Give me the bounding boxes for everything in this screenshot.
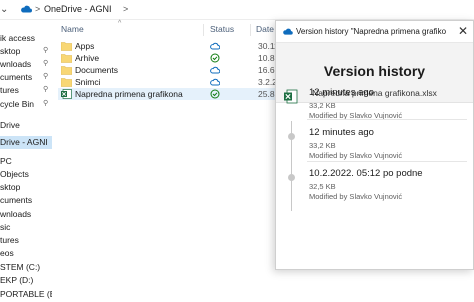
navigation-pane: ik access sktop wnloads cuments tures cy… bbox=[0, 22, 52, 302]
file-name: Arhive bbox=[75, 53, 100, 63]
synced-check-icon bbox=[210, 89, 220, 99]
version-size: 32,5 KB bbox=[309, 182, 336, 191]
timeline-dot bbox=[288, 174, 295, 181]
chevron-down-icon[interactable]: ⌄ bbox=[0, 4, 12, 16]
version-history-heading: Version history bbox=[323, 63, 426, 79]
version-entry[interactable]: 12 minutes ago 33,2 KB Modified by Slavk… bbox=[276, 87, 473, 127]
timeline-dot bbox=[288, 133, 295, 140]
nav-item-videos[interactable]: eos bbox=[0, 247, 52, 260]
onedrive-cloud-icon bbox=[283, 28, 293, 35]
column-divider[interactable] bbox=[203, 24, 204, 36]
pin-icon: ⚲ bbox=[43, 47, 49, 54]
address-bar: ⌄ > OneDrive - AGNI > bbox=[0, 0, 474, 20]
column-header-status[interactable]: Status bbox=[210, 24, 234, 34]
version-history-window: Version history "Napredna primena grafik… bbox=[275, 20, 474, 270]
version-time[interactable]: 10.2.2022. 05:12 po podne bbox=[309, 168, 423, 179]
nav-item-portable-e[interactable]: PORTABLE (E:) bbox=[0, 288, 52, 301]
version-entry[interactable]: 10.2.2022. 05:12 po podne 32,5 KB Modifi… bbox=[276, 168, 473, 208]
nav-item-quick-access[interactable]: ik access bbox=[0, 32, 52, 45]
cloud-status-icon bbox=[210, 78, 220, 86]
pin-icon: ⚲ bbox=[43, 86, 49, 93]
cloud-status-icon bbox=[210, 66, 220, 74]
nav-item-music[interactable]: sic bbox=[0, 221, 52, 234]
file-name: Snimci bbox=[75, 77, 101, 87]
folder-icon bbox=[61, 54, 72, 63]
breadcrumb-separator[interactable]: > bbox=[123, 4, 128, 14]
pin-icon: ⚲ bbox=[43, 100, 49, 107]
excel-file-icon bbox=[284, 89, 298, 104]
divider bbox=[307, 161, 467, 162]
nav-item-documents-pc[interactable]: cuments bbox=[0, 194, 52, 207]
cloud-status-icon bbox=[210, 42, 220, 50]
file-name: Documents bbox=[75, 65, 118, 75]
folder-icon bbox=[61, 66, 72, 75]
nav-item-this-pc[interactable]: PC bbox=[0, 155, 52, 168]
close-icon[interactable]: ✕ bbox=[456, 23, 470, 39]
pin-icon: ⚲ bbox=[43, 73, 49, 80]
synced-check-icon bbox=[210, 53, 220, 63]
version-history-window-title: Version history "Napredna primena grafik… bbox=[296, 27, 446, 36]
version-size: 33,2 KB bbox=[309, 141, 336, 150]
onedrive-cloud-icon bbox=[21, 5, 32, 13]
version-time[interactable]: 12 minutes ago bbox=[309, 87, 374, 98]
nav-item-pictures-pc[interactable]: tures bbox=[0, 234, 52, 247]
file-name: Napredna primena grafikona bbox=[75, 89, 183, 99]
nav-item-downloads-pc[interactable]: wnloads bbox=[0, 208, 52, 221]
nav-item-onedrive[interactable]: Drive bbox=[0, 119, 52, 132]
nav-item-drive-d[interactable]: EKP (D:) bbox=[0, 274, 52, 287]
breadcrumb-onedrive-agni[interactable]: OneDrive - AGNI bbox=[44, 4, 112, 14]
nav-item-3d-objects[interactable]: Objects bbox=[0, 168, 52, 181]
folder-icon bbox=[61, 78, 72, 87]
version-time[interactable]: 12 minutes ago bbox=[309, 127, 374, 138]
nav-item-desktop-pc[interactable]: sktop bbox=[0, 181, 52, 194]
folder-icon bbox=[61, 42, 72, 51]
nav-item-onedrive-agni[interactable]: Drive - AGNI bbox=[0, 136, 52, 149]
version-modified-by: Modified by Slavko Vujnović bbox=[309, 151, 403, 160]
version-history-titlebar[interactable]: Version history "Napredna primena grafik… bbox=[276, 21, 473, 43]
version-modified-by: Modified by Slavko Vujnović bbox=[309, 192, 403, 201]
column-header-name[interactable]: Name bbox=[61, 24, 84, 34]
column-divider[interactable] bbox=[250, 24, 251, 36]
nav-item-system-c[interactable]: STEM (C:) bbox=[0, 261, 52, 274]
version-size: 33,2 KB bbox=[309, 101, 336, 110]
pin-icon: ⚲ bbox=[43, 60, 49, 67]
breadcrumb-separator: > bbox=[35, 4, 41, 14]
file-name: Apps bbox=[75, 41, 95, 51]
divider bbox=[307, 119, 467, 120]
sort-caret-icon: ^ bbox=[118, 20, 122, 27]
excel-file-icon bbox=[61, 89, 72, 99]
